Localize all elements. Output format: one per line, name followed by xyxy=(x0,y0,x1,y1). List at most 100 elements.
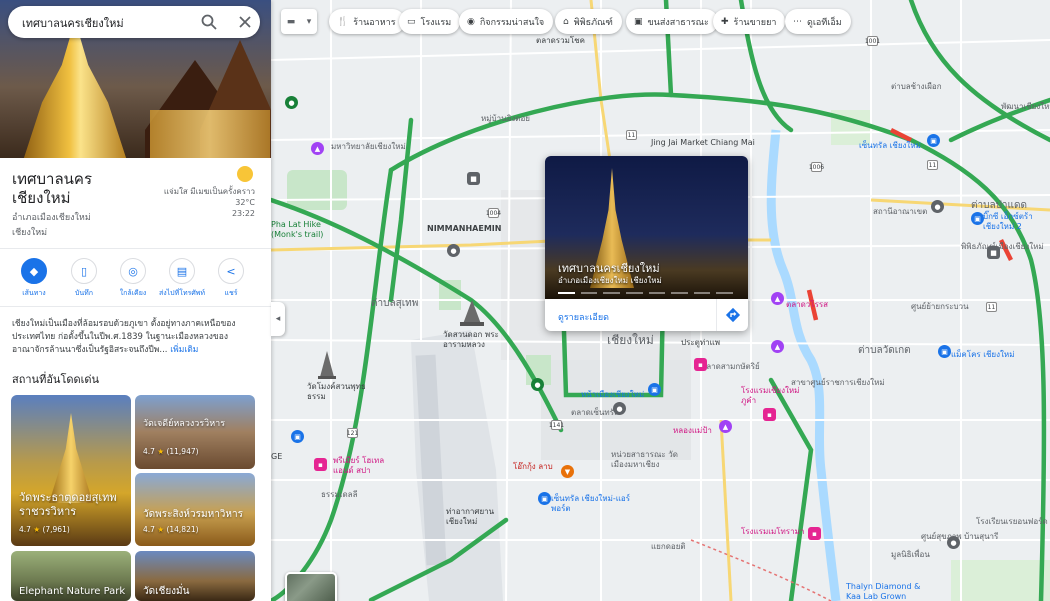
map-label[interactable]: ตลาดวโรรส xyxy=(786,298,828,311)
map-label[interactable]: โรงแรมเมโทรามา xyxy=(741,527,811,537)
map-label[interactable]: โรงแรมเชียงใหม่ ภูคำ xyxy=(741,386,801,406)
temple-landmark-icon[interactable] xyxy=(457,298,487,328)
map-label: ตลาดสามกษัตริย์ xyxy=(701,362,760,371)
shopping-pin-icon[interactable]: ▣ xyxy=(291,430,304,443)
place-info-card[interactable]: เทศบาลนครเชียงใหม่ อำเภอเมืองเชียงใหม่ เ… xyxy=(545,156,748,331)
directions-icon: ◆ xyxy=(21,258,47,284)
save-action[interactable]: ▯ บันทึก xyxy=(60,258,108,299)
collapse-panel-button[interactable]: ◂ xyxy=(271,302,285,336)
share-action[interactable]: < แชร์ xyxy=(207,258,255,299)
map-label: ต่าบลช้างเผือก xyxy=(891,82,942,91)
place-pin-icon[interactable]: ● xyxy=(447,244,460,257)
museum-pin-icon[interactable]: ■ xyxy=(467,172,480,185)
attraction-card[interactable]: Elephant Nature Park xyxy=(11,551,131,601)
map-label[interactable]: พรีเมียร์ โฮเทล แอนด์ สปา xyxy=(333,456,403,476)
chip-transit[interactable]: ▣ ขนส่งสาธารณะ xyxy=(626,9,718,34)
attraction-card[interactable]: วัดเชียงมั่น xyxy=(135,551,255,601)
map-label[interactable]: วัดสวนดอก พระอารามหลวง xyxy=(443,330,513,350)
place-pin-icon[interactable]: ■ xyxy=(987,246,1000,259)
place-pin-icon[interactable]: ● xyxy=(947,536,960,549)
chip-things-to-do[interactable]: ◉ กิจกรรมน่าสนใจ xyxy=(459,9,554,34)
layers-thumbnail[interactable] xyxy=(285,572,337,601)
park-pin-icon[interactable]: ● xyxy=(531,378,544,391)
temple-landmark-icon[interactable] xyxy=(315,350,339,380)
send-to-phone-action[interactable]: ▤ ส่งไปที่โทรศัพท์ xyxy=(158,258,206,299)
map-label[interactable]: บิ๊กซี เอ็กซ์ตร้า เชียงใหม่ 2 xyxy=(983,212,1050,232)
map-label[interactable]: แม็คโคร เชียงใหม่ xyxy=(951,348,1014,361)
temple-pin-icon[interactable]: ▲ xyxy=(719,420,732,433)
attractions-heading: สถานที่อันโดดเด่น xyxy=(12,373,100,386)
map-label: หมู่บ้านอิงดอย xyxy=(481,114,530,123)
map-label: ธรรมเดลลี xyxy=(321,490,358,499)
share-icon: < xyxy=(218,258,244,284)
star-icon: ★ xyxy=(33,525,41,534)
temple-pin-icon[interactable]: ▲ xyxy=(771,340,784,353)
temple-pin-icon[interactable]: ▲ xyxy=(311,142,324,155)
atm-icon: ⋯ xyxy=(793,16,802,27)
museum-icon: ⌂ xyxy=(563,16,569,27)
map-label: พิพิธภัณฑ์เมืองเชียงใหม่ xyxy=(961,242,1044,251)
hotel-pin-icon[interactable]: ▪ xyxy=(694,358,707,371)
map-label: ตลาดเซ็นทรัล xyxy=(571,408,619,417)
bookmark-icon: ▯ xyxy=(71,258,97,284)
place-pin-icon[interactable]: ● xyxy=(613,402,626,415)
shopping-pin-icon[interactable]: ▣ xyxy=(538,492,551,505)
map-label[interactable]: ท่าอากาศยานเชียงใหม่ xyxy=(446,507,516,527)
attraction-card[interactable]: วัดพระธาตุดอยสุเทพราชวรวิหาร 4.7 ★ (7,96… xyxy=(11,395,131,546)
place-pin-icon[interactable]: ● xyxy=(931,200,944,213)
bus-icon: ▣ xyxy=(634,16,643,27)
chip-hotels[interactable]: ▭ โรงแรม xyxy=(399,9,461,34)
map-label: ศูนย์ย้ายกระบวน xyxy=(911,302,969,311)
zoo-icon[interactable]: ● xyxy=(285,96,298,109)
place-subtitle: อำเภอเมืองเชียงใหม่ เชียงใหม่ xyxy=(12,213,91,238)
map-label: มูลนิธิเพื่อน xyxy=(891,550,930,559)
map-label: สถานีอาณาเขต xyxy=(873,207,928,216)
view-details-link[interactable]: ดูรายละเอียด xyxy=(558,310,609,324)
chip-pharmacies[interactable]: ✚ ร้านขายยา xyxy=(713,9,786,34)
search-icon[interactable] xyxy=(200,13,218,31)
layers-toggle[interactable]: ▬ ▾ xyxy=(281,9,317,34)
side-panel: เทศบาลนครเชียงใหม่ เทศบาลนครเชียงใหม่ อำ… xyxy=(0,0,271,601)
shopping-pin-icon[interactable]: ▣ xyxy=(927,134,940,147)
hotel-pin-icon[interactable]: ▪ xyxy=(808,527,821,540)
directions-icon xyxy=(725,307,740,323)
divider xyxy=(0,248,271,249)
shopping-pin-icon[interactable]: ▣ xyxy=(971,212,984,225)
map-label: GE xyxy=(271,452,283,461)
map-label[interactable]: วัดโมงค์สวนพุทธธรรม xyxy=(307,382,367,402)
restaurant-pin-icon[interactable]: ▼ xyxy=(561,465,574,478)
map-label[interactable]: เซ็นทรัล เชียงใหม่ xyxy=(859,139,921,152)
map-label[interactable]: Thalyn Diamond & Kaa Lab Grown xyxy=(846,582,926,601)
map-label[interactable]: Jing Jai Market Chiang Mai xyxy=(651,138,755,147)
map-label[interactable]: Pha Lat Hike (Monk's trail) xyxy=(271,220,333,240)
directions-button[interactable] xyxy=(716,299,748,331)
chip-museums[interactable]: ⌂ พิพิธภัณฑ์ xyxy=(555,9,622,34)
fork-knife-icon: 🍴 xyxy=(337,16,349,27)
shopping-pin-icon[interactable]: ▣ xyxy=(938,345,951,358)
close-icon[interactable] xyxy=(236,13,254,31)
hotel-pin-icon[interactable]: ▪ xyxy=(763,408,776,421)
chevron-left-icon: ◂ xyxy=(275,314,281,324)
directions-action[interactable]: ◆ เส้นทาง xyxy=(10,258,58,299)
hotel-pin-icon[interactable]: ▪ xyxy=(314,458,327,471)
map-label[interactable]: หน้าเมืองเชียงใหม่ xyxy=(581,388,644,401)
search-input[interactable]: เทศบาลนครเชียงใหม่ xyxy=(22,14,124,32)
map-label[interactable]: มหาวิทยาลัยเชียงใหม่ xyxy=(331,140,406,153)
chip-restaurants[interactable]: 🍴 ร้านอาหาร xyxy=(329,9,405,34)
attraction-card[interactable]: วัดพระสิงห์วรมหาวิหาร 4.7 ★ (14,821) xyxy=(135,473,255,546)
shopping-pin-icon[interactable]: ▣ xyxy=(648,383,661,396)
map-label: ต่าบลป่าแดด xyxy=(971,200,1027,211)
temple-pin-icon[interactable]: ▲ xyxy=(771,292,784,305)
search-box[interactable]: เทศบาลนครเชียงใหม่ xyxy=(8,6,260,38)
more-link[interactable]: เพิ่มเติม xyxy=(170,345,198,355)
map-label: ต่าบลวัดเกต xyxy=(858,345,911,356)
photo-carousel-indicator xyxy=(558,292,733,294)
chip-atms[interactable]: ⋯ ดูเอทีเอ็ม xyxy=(785,9,851,34)
attraction-card[interactable]: วัดเจดีย์หลวงวรวิหาร 4.7 ★ (11,947) xyxy=(135,395,255,469)
bed-icon: ▭ xyxy=(407,16,416,27)
map-label[interactable]: เซ็นทรัล เชียงใหม่-แอร์พอร์ต xyxy=(551,494,631,514)
map-label: สาขาศูนย์ราชการเชียงใหม่ xyxy=(791,378,885,387)
divider xyxy=(0,306,271,307)
map-label[interactable]: หลองแม่ป้า xyxy=(673,424,712,437)
nearby-action[interactable]: ◎ ใกล้เคียง xyxy=(109,258,157,299)
